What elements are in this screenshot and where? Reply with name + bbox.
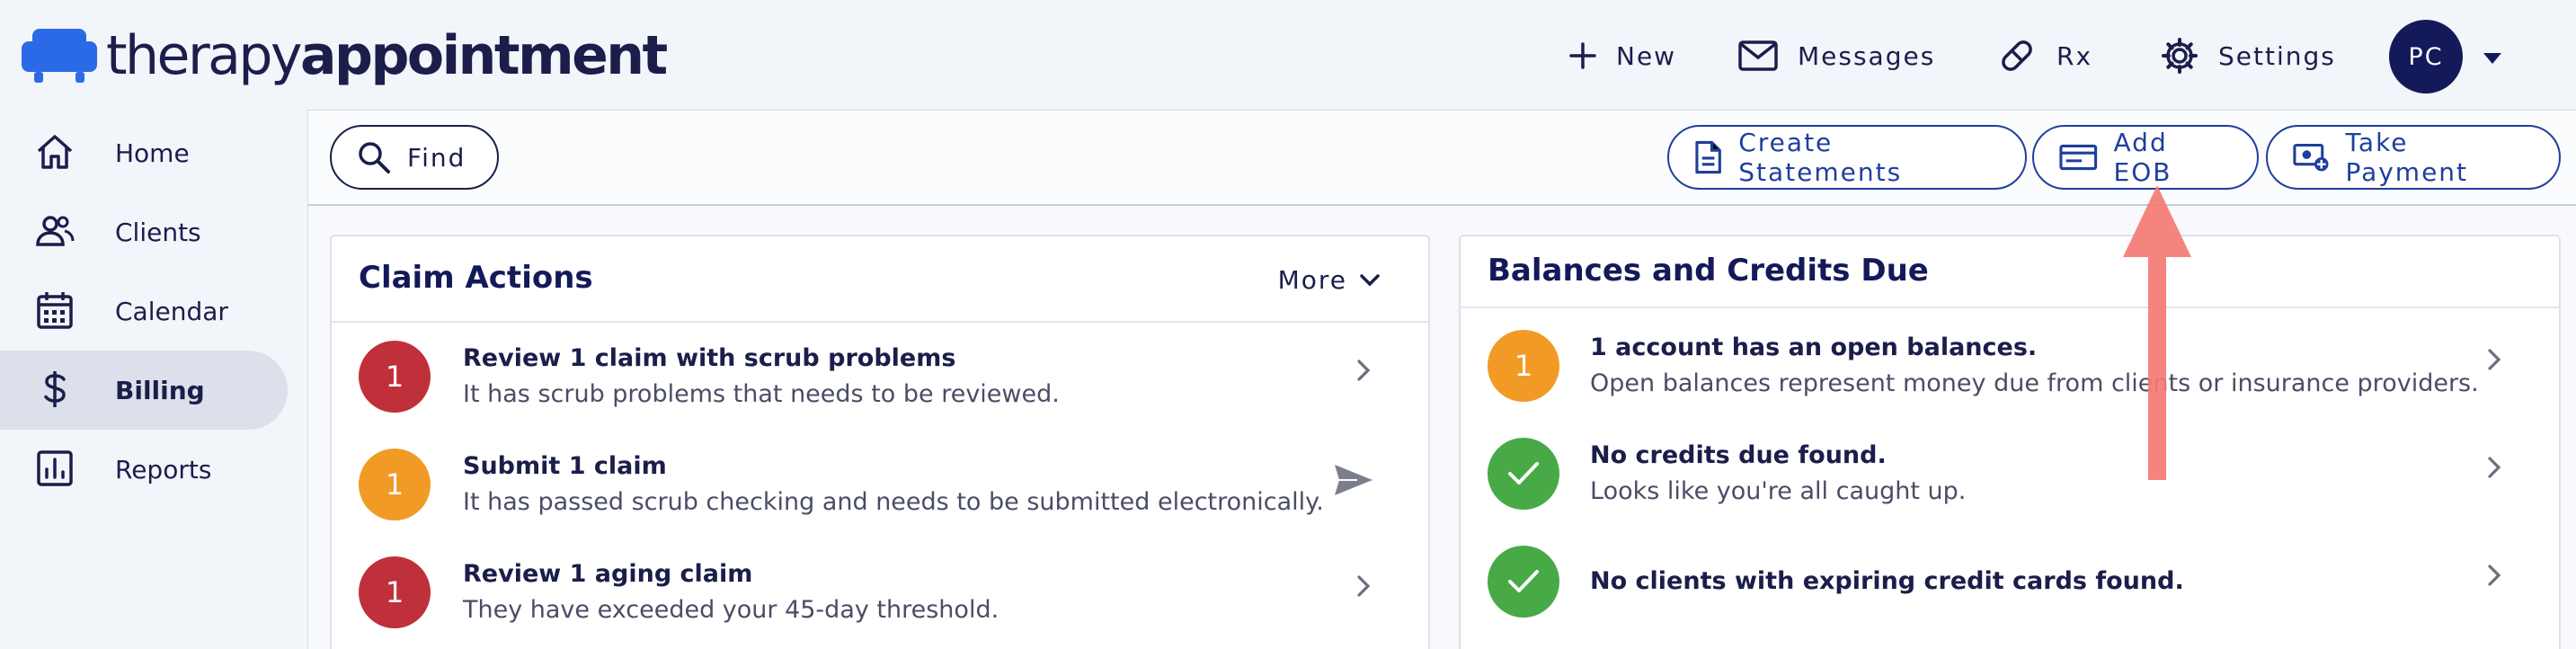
row-title: Submit 1 claim (463, 452, 667, 480)
send-icon[interactable] (1333, 463, 1374, 497)
annotation-arrow-icon (2123, 185, 2191, 480)
create-statements-label: Create Statements (1738, 128, 1903, 187)
reports-icon (37, 450, 73, 486)
main-content: Find Create Statements Add EOB Take Paym… (307, 110, 2576, 649)
find-label: Find (407, 142, 466, 173)
row-description: It has scrub problems that needs to be r… (463, 380, 1060, 408)
plus-icon (1569, 42, 1596, 69)
search-icon (359, 142, 390, 173)
row-title: 1 account has an open balances. (1590, 333, 2038, 361)
list-item[interactable]: 1 Submit 1 claim It has passed scrub che… (332, 431, 1428, 538)
add-eob-button[interactable]: Add EOB (2032, 125, 2259, 190)
chevron-right-icon (1357, 360, 1371, 381)
chevron-right-icon (1357, 575, 1371, 597)
pill-icon (2002, 40, 2032, 71)
row-description: They have exceeded your 45-day threshold… (463, 596, 999, 624)
count-badge: 1 (359, 341, 431, 413)
take-payment-button[interactable]: Take Payment (2266, 125, 2561, 190)
list-item[interactable]: 1 Review 1 aging claim They have exceede… (332, 538, 1428, 646)
clients-icon (36, 216, 75, 246)
balances-card: Balances and Credits Due 1 1 account has… (1459, 235, 2561, 649)
claim-actions-card: Claim Actions More 1 Review 1 claim with… (330, 235, 1430, 649)
row-title: Review 1 aging claim (463, 560, 753, 588)
sidebar-item-clients[interactable]: Clients (0, 192, 288, 271)
new-button[interactable]: New (1569, 31, 1676, 81)
rx-label: Rx (2056, 40, 2093, 71)
card-header: Claim Actions More (332, 236, 1428, 323)
brand-name: therapyappointment (106, 24, 668, 87)
couch-logo-icon (22, 29, 97, 83)
rx-button[interactable]: Rx (1997, 31, 2092, 81)
card-header: Balances and Credits Due (1461, 236, 2559, 308)
document-icon (1695, 140, 1721, 174)
check-icon (1508, 462, 1539, 485)
sidebar-item-label: Clients (115, 217, 201, 247)
app-header: therapyappointment New Messages Rx Setti… (0, 0, 2576, 110)
take-payment-label: Take Payment (2345, 128, 2469, 187)
find-button[interactable]: Find (330, 125, 499, 190)
card-title: Balances and Credits Due (1488, 253, 1929, 289)
sidebar-item-home[interactable]: Home (0, 113, 288, 192)
sidebar-item-reports[interactable]: Reports (0, 430, 288, 509)
card-icon (2059, 144, 2098, 171)
count-badge: 1 (359, 449, 431, 520)
row-description: Open balances represent money due from c… (1590, 369, 2479, 397)
user-avatar[interactable]: PC (2389, 20, 2463, 93)
messages-button[interactable]: Messages (1738, 31, 1935, 81)
more-dropdown[interactable]: More (1278, 265, 1380, 295)
billing-toolbar: Find Create Statements Add EOB Take Paym… (308, 111, 2576, 206)
sidebar-item-billing[interactable]: Billing (0, 351, 288, 430)
sidebar-item-label: Billing (115, 375, 205, 405)
messages-label: Messages (1798, 40, 1936, 71)
list-item[interactable]: 1 Review 1 claim with scrub problems It … (332, 323, 1428, 431)
check-badge (1488, 438, 1559, 510)
check-badge (1488, 546, 1559, 618)
list-item[interactable]: No clients with expiring credit cards fo… (1461, 528, 2559, 636)
chevron-right-icon (2488, 565, 2501, 586)
avatar-initials: PC (2408, 42, 2444, 71)
row-title: No credits due found. (1590, 441, 1887, 469)
more-label: More (1277, 265, 1347, 295)
settings-button[interactable]: Settings (2161, 31, 2336, 81)
settings-label: Settings (2218, 40, 2336, 71)
list-item[interactable]: No credits due found. Looks like you're … (1461, 420, 2559, 528)
sidebar-item-label: Calendar (115, 296, 228, 326)
count-badge: 1 (1488, 330, 1559, 402)
envelope-icon (1738, 40, 1778, 71)
gear-icon (2162, 38, 2198, 74)
sidebar-item-label: Home (115, 138, 190, 168)
row-description: It has passed scrub checking and needs t… (463, 488, 1324, 516)
row-title: Review 1 claim with scrub problems (463, 344, 956, 372)
add-payment-icon (2293, 143, 2329, 172)
chevron-right-icon (2488, 457, 2501, 478)
create-statements-button[interactable]: Create Statements (1667, 125, 2027, 190)
logo[interactable]: therapyappointment (22, 24, 668, 87)
card-title: Claim Actions (359, 260, 593, 296)
row-description: Looks like you're all caught up. (1590, 477, 1967, 505)
chevron-right-icon (2488, 349, 2501, 370)
sidebar-item-label: Reports (115, 454, 212, 485)
calendar-icon (37, 292, 73, 329)
chevron-down-icon (1360, 273, 1380, 286)
new-label: New (1616, 40, 1677, 71)
check-icon (1508, 570, 1539, 592)
sidebar-item-calendar[interactable]: Calendar (0, 271, 288, 351)
home-icon (37, 135, 73, 169)
row-title: No clients with expiring credit cards fo… (1590, 567, 2184, 595)
list-item[interactable]: 1 1 account has an open balances. Open b… (1461, 312, 2559, 420)
caret-down-icon[interactable] (2483, 52, 2502, 65)
dollar-icon (44, 371, 66, 407)
add-eob-label: Add EOB (2113, 128, 2172, 187)
count-badge: 1 (359, 556, 431, 628)
